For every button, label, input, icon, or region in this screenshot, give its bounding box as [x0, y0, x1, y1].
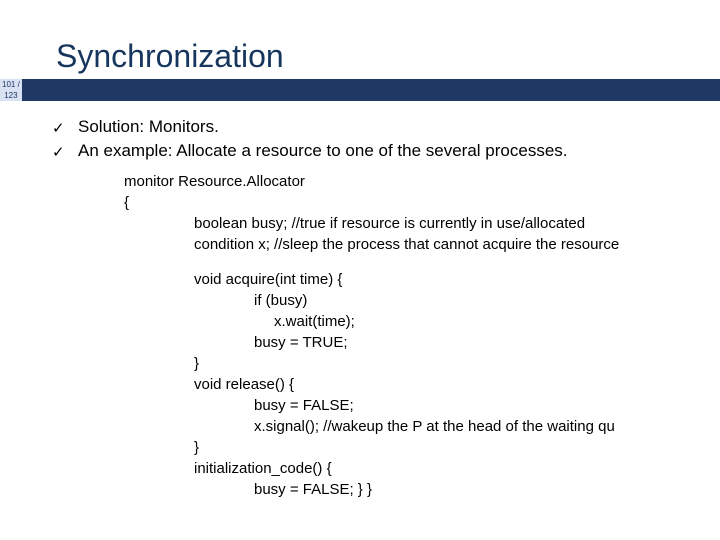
code-line: busy = FALSE; [124, 395, 674, 416]
checkmark-icon: ✓ [52, 119, 65, 137]
page-number: 101 / 123 [0, 79, 22, 101]
code-line: } [124, 437, 674, 458]
code-line: busy = FALSE; } } [124, 479, 674, 500]
code-line: if (busy) [124, 290, 674, 311]
page-number-total: 123 [4, 90, 17, 101]
checkmark-icon: ✓ [52, 143, 65, 161]
bullet-item: ✓ An example: Allocate a resource to one… [52, 141, 674, 161]
bullet-list: ✓ Solution: Monitors. ✓ An example: Allo… [46, 117, 674, 161]
bullet-text: Solution: Monitors. [78, 117, 219, 136]
code-line: void release() { [124, 374, 674, 395]
code-line: initialization_code() { [124, 458, 674, 479]
code-line: { [124, 194, 129, 211]
bullet-item: ✓ Solution: Monitors. [52, 117, 674, 137]
code-line: busy = TRUE; [124, 332, 674, 353]
code-line: } [124, 353, 674, 374]
header-band: 101 / 123 [0, 79, 720, 101]
code-line: condition x; //sleep the process that ca… [124, 234, 674, 255]
code-line: void acquire(int time) { [124, 269, 674, 290]
code-block: monitor Resource.Allocator { boolean bus… [46, 167, 674, 500]
page-number-current: 101 / [2, 79, 20, 90]
code-line: x.wait(time); [124, 311, 674, 332]
code-line: monitor Resource.Allocator [124, 173, 305, 190]
slide-title: Synchronization [0, 0, 720, 79]
code-line: x.signal(); //wakeup the P at the head o… [124, 416, 674, 437]
bullet-text: An example: Allocate a resource to one o… [78, 141, 568, 160]
content-area: ✓ Solution: Monitors. ✓ An example: Allo… [0, 101, 720, 500]
code-line: boolean busy; //true if resource is curr… [124, 213, 674, 234]
